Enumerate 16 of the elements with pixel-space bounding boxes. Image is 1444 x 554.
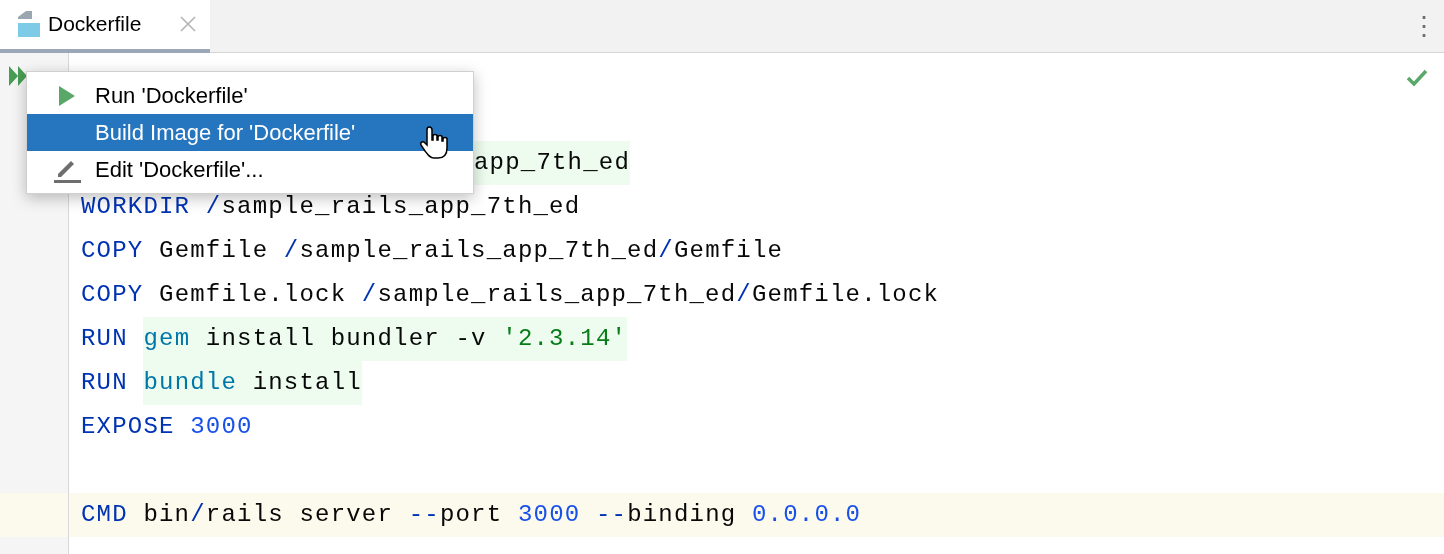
run-icon[interactable] (9, 65, 29, 87)
play-icon (59, 85, 75, 106)
hand-cursor-icon (420, 125, 450, 161)
more-menu-button[interactable]: ⋮ (1404, 13, 1444, 39)
code-line: RUN bundle install (69, 361, 1444, 405)
menu-item[interactable]: Edit 'Dockerfile'... (27, 151, 473, 188)
menu-item[interactable]: Run 'Dockerfile' (27, 77, 473, 114)
close-icon[interactable] (180, 16, 196, 32)
code-line: COPY Gemfile /sample_rails_app_7th_ed/Gemfile (80, 236, 785, 266)
file-tab[interactable]: Dockerfile (0, 0, 210, 53)
file-icon (18, 11, 40, 37)
code-line: EXPOSE 3000 (80, 412, 254, 442)
code-line: WORKDIR /sample_rails_app_7th_ed (80, 192, 582, 222)
menu-item[interactable]: Build Image for 'Dockerfile' (27, 114, 473, 151)
code-line: COPY Gemfile.lock /sample_rails_app_7th_ed/Gemfile.lock (80, 280, 941, 310)
code-line: RUN gem install bundler -v '2.3.14' (69, 317, 1444, 361)
